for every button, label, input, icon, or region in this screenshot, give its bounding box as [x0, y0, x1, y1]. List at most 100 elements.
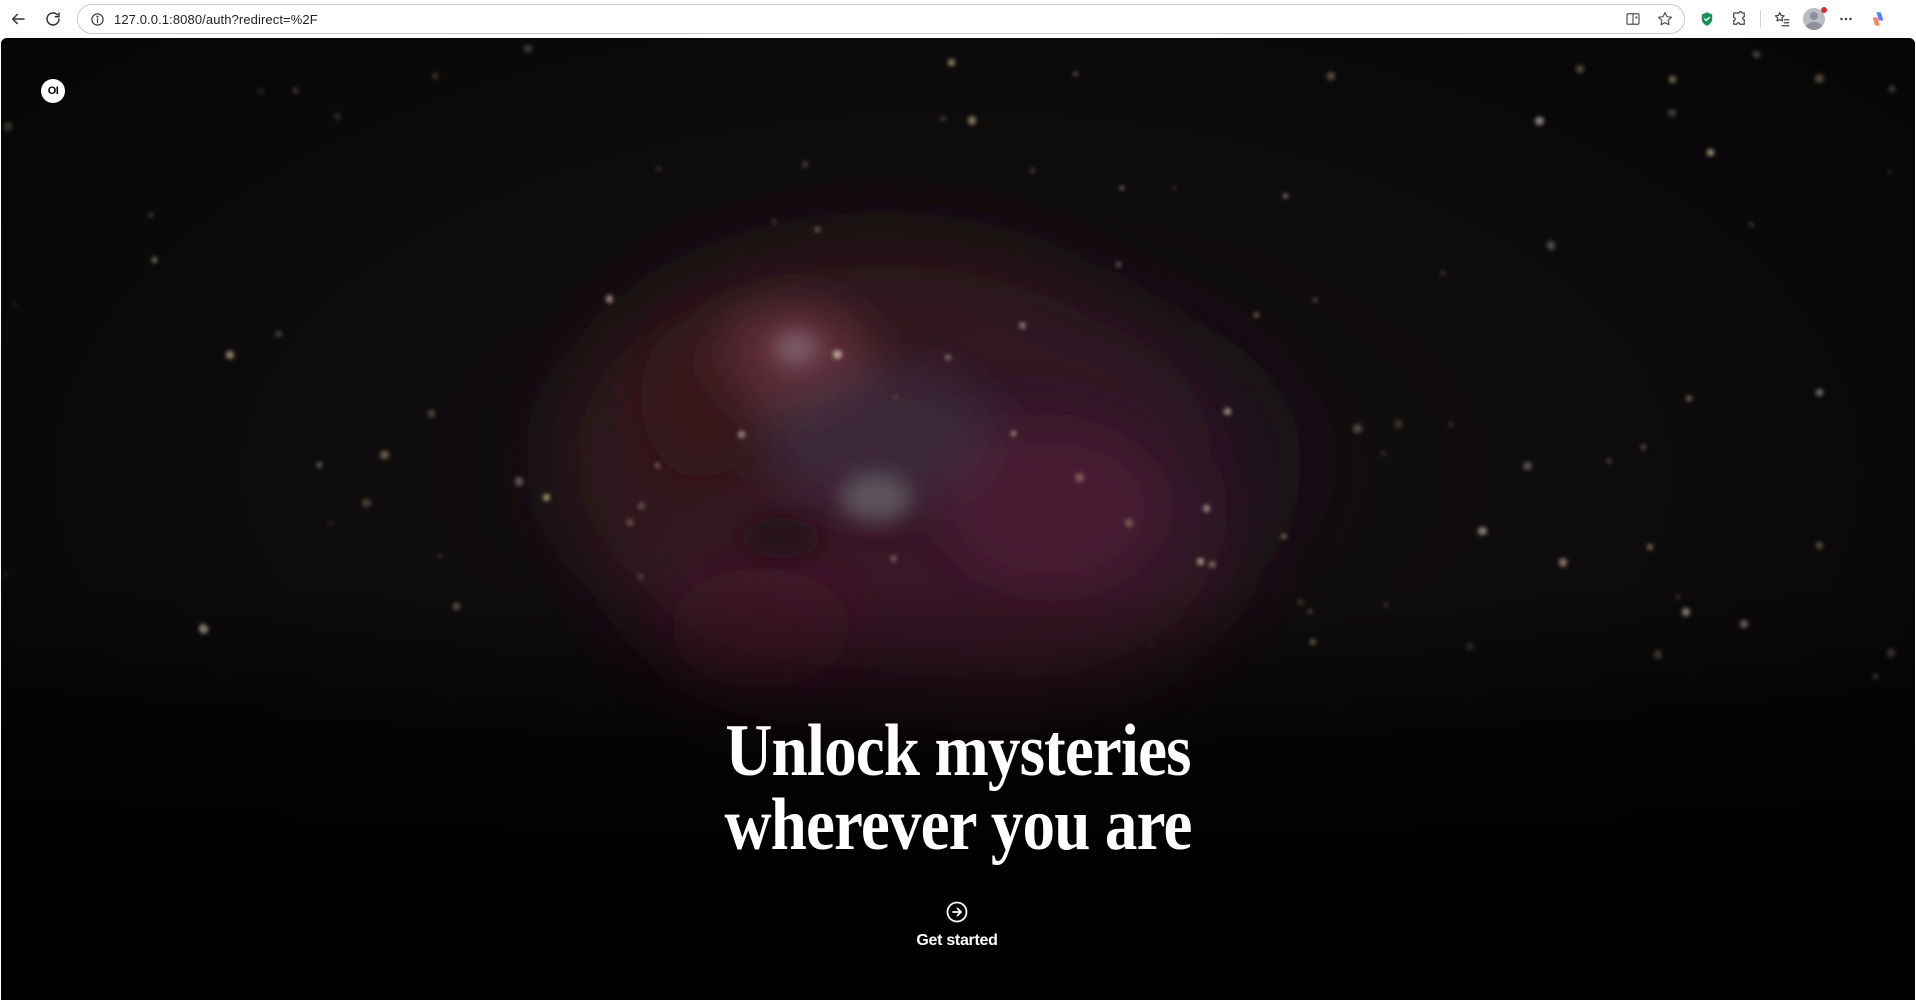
star	[1546, 241, 1555, 250]
star	[524, 44, 532, 53]
star	[1281, 533, 1287, 540]
star	[1224, 407, 1232, 415]
star	[4, 572, 8, 577]
reload-button[interactable]	[38, 4, 68, 34]
star-icon	[1658, 12, 1672, 26]
star	[1203, 504, 1211, 512]
favorites-list-icon	[1774, 12, 1790, 27]
profile-button[interactable]	[1799, 4, 1829, 34]
star	[738, 430, 746, 438]
star	[1888, 169, 1892, 173]
app-logo[interactable]: OI	[41, 79, 65, 103]
arrow-left-icon	[12, 13, 25, 25]
security-extension-button[interactable]	[1692, 4, 1722, 34]
star	[1327, 72, 1335, 80]
favorite-button[interactable]	[1650, 5, 1680, 33]
star	[945, 354, 951, 361]
headline-line-2: wherever you are	[724, 784, 1193, 866]
star	[1394, 420, 1403, 428]
site-info-button[interactable]	[82, 5, 112, 33]
star	[967, 116, 977, 125]
more-button[interactable]	[1831, 4, 1861, 34]
star	[1030, 167, 1035, 173]
notification-dot	[1821, 7, 1827, 13]
star	[1889, 86, 1896, 93]
star	[259, 89, 263, 93]
url-text[interactable]: 127.0.0.1:8080/auth?redirect=%2F	[114, 12, 318, 27]
star	[626, 519, 633, 526]
star	[1706, 148, 1715, 156]
copilot-button[interactable]	[1863, 4, 1893, 34]
star	[149, 212, 154, 217]
page-viewport: OI Unlock mysteries wherever you are Get…	[1, 38, 1915, 1000]
star	[815, 226, 820, 232]
star	[890, 555, 897, 562]
reload-icon	[46, 12, 60, 26]
star	[940, 116, 946, 122]
star	[1575, 65, 1584, 73]
star	[1815, 74, 1824, 83]
star	[1011, 430, 1017, 436]
star	[1448, 422, 1452, 426]
back-button[interactable]	[3, 4, 33, 34]
star	[1535, 116, 1544, 126]
star	[1815, 388, 1823, 396]
browser-toolbar: 127.0.0.1:8080/auth?redirect=%2F	[0, 0, 1916, 38]
extensions-button[interactable]	[1724, 4, 1754, 34]
star	[292, 87, 299, 94]
puzzle-icon	[1733, 10, 1745, 25]
star	[543, 493, 551, 501]
star	[1668, 75, 1677, 83]
star	[275, 330, 282, 338]
star	[1197, 558, 1204, 565]
star	[1439, 269, 1446, 276]
star	[947, 58, 955, 67]
star	[1313, 298, 1317, 302]
star	[1607, 459, 1612, 464]
star	[225, 351, 235, 360]
star	[1815, 541, 1824, 550]
get-started-label: Get started	[916, 932, 998, 949]
star	[1753, 51, 1760, 59]
star	[1125, 518, 1133, 527]
star	[654, 463, 661, 469]
star	[438, 554, 442, 559]
star	[3, 122, 13, 131]
star	[1381, 451, 1385, 456]
star	[428, 409, 435, 417]
star	[316, 462, 323, 468]
star	[655, 166, 661, 172]
star	[1254, 312, 1259, 318]
star	[1120, 186, 1125, 191]
star	[893, 396, 897, 400]
get-started-button[interactable]: Get started	[907, 900, 1007, 958]
favorites-button[interactable]	[1767, 4, 1797, 34]
star	[1558, 558, 1567, 567]
split-screen-button[interactable]	[1618, 5, 1648, 33]
headline-line-1: Unlock mysteries	[725, 710, 1191, 792]
arrow-right-circle-icon	[946, 901, 968, 923]
info-circle-icon	[90, 12, 104, 26]
star	[771, 219, 776, 224]
star	[1209, 560, 1217, 568]
star	[12, 302, 16, 306]
star	[380, 450, 389, 460]
star	[801, 161, 808, 168]
star	[1522, 461, 1532, 471]
star	[833, 349, 843, 359]
star	[1478, 526, 1487, 536]
star	[1640, 444, 1647, 451]
star	[1019, 321, 1027, 329]
star	[1283, 193, 1288, 198]
split-screen-icon	[1626, 13, 1640, 25]
star	[637, 502, 645, 510]
address-bar[interactable]: 127.0.0.1:8080/auth?redirect=%2F	[77, 4, 1685, 34]
star	[362, 498, 371, 507]
star	[431, 73, 438, 80]
copilot-icon	[1872, 12, 1884, 26]
more-dots-icon	[1840, 17, 1852, 21]
toolbar-separator	[1760, 10, 1761, 28]
toolbar-right-group	[1692, 4, 1893, 34]
star	[1075, 472, 1084, 482]
star	[1646, 543, 1653, 550]
